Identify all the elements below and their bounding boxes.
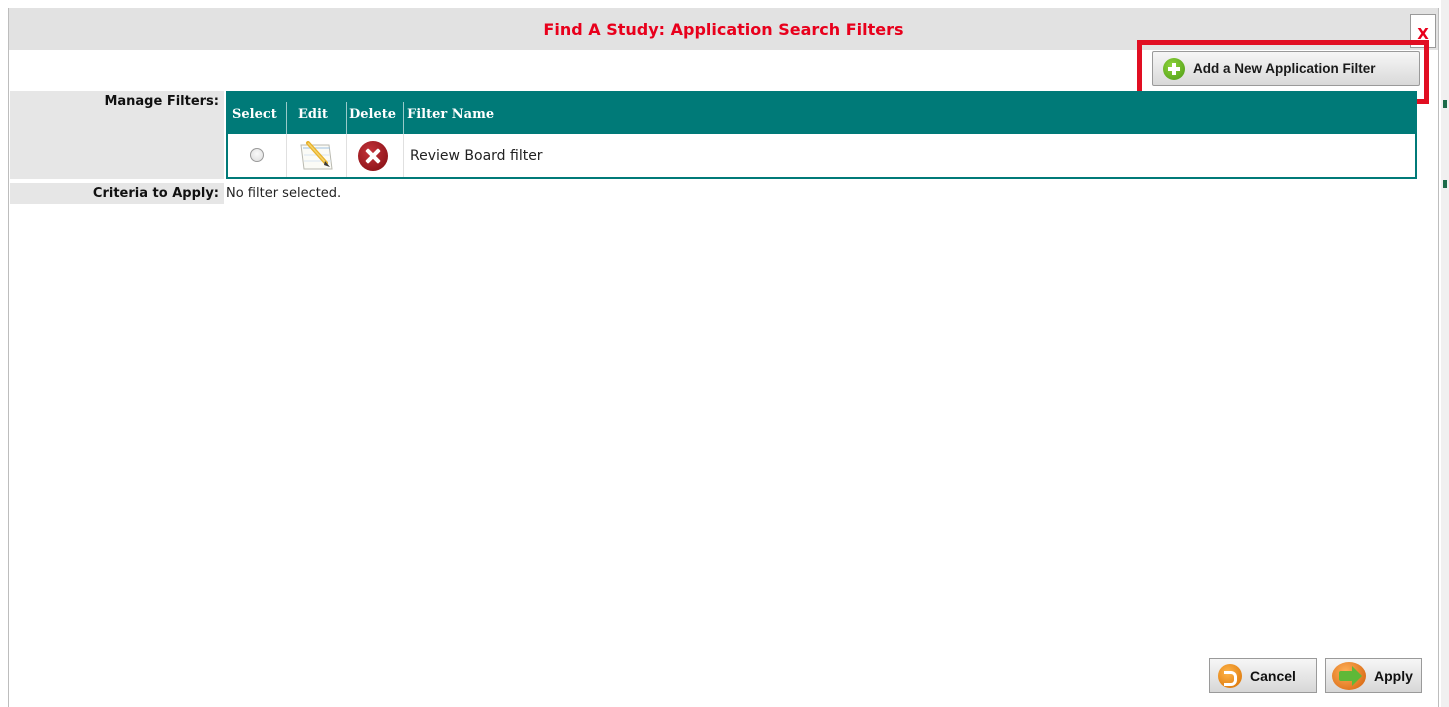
column-divider <box>346 102 347 134</box>
dialog-title: Find A Study: Application Search Filters <box>543 20 904 39</box>
edge-mark <box>1443 180 1447 188</box>
add-new-filter-button[interactable]: Add a New Application Filter <box>1152 51 1420 86</box>
column-header-select: Select <box>232 107 277 122</box>
criteria-to-apply-label: Criteria to Apply: <box>10 183 224 204</box>
plus-icon <box>1163 58 1185 80</box>
column-divider <box>403 102 404 134</box>
manage-filters-label: Manage Filters: <box>10 91 224 179</box>
column-divider <box>286 102 287 134</box>
background-page-edge <box>1441 0 1449 707</box>
table-header: Select Edit Delete Filter Name <box>228 93 1415 134</box>
cancel-icon <box>1218 664 1242 688</box>
column-header-edit: Edit <box>298 107 328 122</box>
apply-button[interactable]: Apply <box>1325 658 1422 693</box>
column-header-filter-name: Filter Name <box>407 107 495 122</box>
edge-mark <box>1443 100 1447 108</box>
edit-icon[interactable] <box>299 141 335 171</box>
column-header-delete: Delete <box>349 107 397 122</box>
add-new-filter-label: Add a New Application Filter <box>1193 61 1376 76</box>
criteria-value: No filter selected. <box>226 186 342 201</box>
apply-icon <box>1332 662 1366 690</box>
filter-name: Review Board filter <box>410 148 543 164</box>
filters-table: Select Edit Delete Filter Name Review Bo… <box>226 91 1417 179</box>
apply-label: Apply <box>1374 668 1413 684</box>
table-row: Review Board filter <box>228 134 1415 177</box>
cancel-button[interactable]: Cancel <box>1209 658 1317 693</box>
select-filter-radio[interactable] <box>250 148 264 162</box>
cancel-label: Cancel <box>1250 668 1296 684</box>
delete-icon[interactable] <box>358 141 388 171</box>
